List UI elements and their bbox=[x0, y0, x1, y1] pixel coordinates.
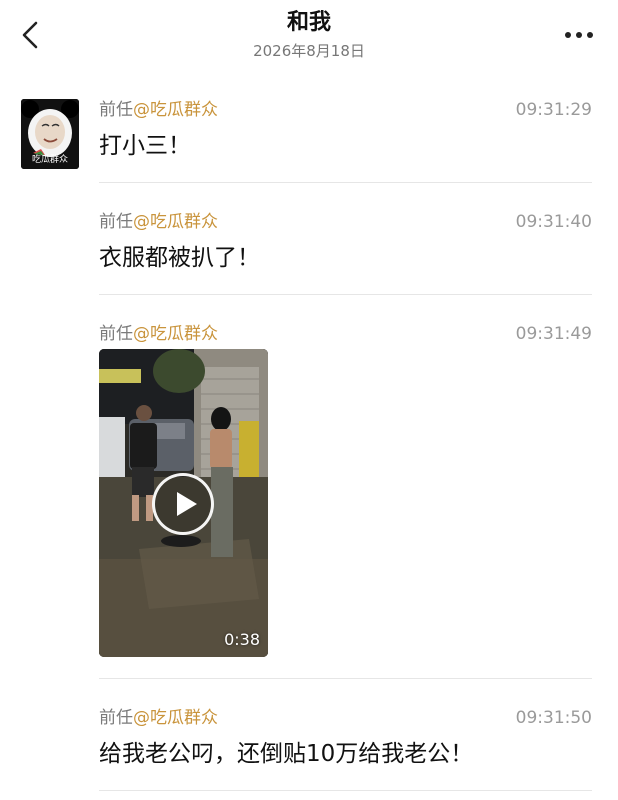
sender-prefix: 前任 bbox=[99, 100, 133, 120]
sender-prefix: 前任 bbox=[99, 324, 133, 344]
message-divider bbox=[99, 678, 592, 679]
message-time: 09:31:29 bbox=[515, 100, 592, 120]
message-divider bbox=[99, 182, 592, 183]
sender-prefix: 前任 bbox=[99, 212, 133, 232]
sender-name: 前任@吃瓜群众 bbox=[99, 99, 218, 121]
sender-prefix: 前任 bbox=[99, 708, 133, 728]
message-item: 吃瓜群众 前任@吃瓜群众 09:31:29 打小三！ bbox=[0, 99, 618, 183]
avatar-caption: 吃瓜群众 bbox=[31, 155, 68, 165]
message-text[interactable]: 打小三！ bbox=[99, 130, 191, 162]
sender-handle[interactable]: @吃瓜群众 bbox=[133, 708, 218, 728]
message-divider bbox=[99, 294, 592, 295]
page-date: 2026年8月18日 bbox=[253, 42, 365, 60]
message-item: 前任@吃瓜群众 09:31:49 0:38 bbox=[0, 323, 618, 679]
sender-handle[interactable]: @吃瓜群众 bbox=[133, 100, 218, 120]
chat-header: 和我 2026年8月18日 bbox=[0, 0, 618, 78]
sender-handle[interactable]: @吃瓜群众 bbox=[133, 324, 218, 344]
message-divider bbox=[99, 790, 592, 791]
message-time: 09:31:40 bbox=[515, 212, 592, 232]
more-button[interactable] bbox=[562, 27, 596, 43]
video-thumbnail[interactable]: 0:38 bbox=[99, 349, 268, 657]
title-block: 和我 2026年8月18日 bbox=[0, 8, 618, 62]
message-time: 09:31:50 bbox=[515, 708, 592, 728]
play-button[interactable] bbox=[152, 473, 214, 535]
sender-handle[interactable]: @吃瓜群众 bbox=[133, 212, 218, 232]
avatar[interactable]: 吃瓜群众 bbox=[21, 99, 79, 169]
sender-name: 前任@吃瓜群众 bbox=[99, 323, 218, 345]
message-time: 09:31:49 bbox=[515, 324, 592, 344]
message-text[interactable]: 衣服都被扒了！ bbox=[99, 242, 260, 274]
message-text[interactable]: 给我老公叼，还倒贴10万给我老公！ bbox=[99, 738, 473, 770]
sender-name: 前任@吃瓜群众 bbox=[99, 707, 218, 729]
play-icon bbox=[177, 492, 197, 516]
page-title: 和我 bbox=[286, 10, 331, 35]
message-item: 前任@吃瓜群众 09:31:50 给我老公叼，还倒贴10万给我老公！ bbox=[0, 707, 618, 791]
more-horizontal-icon bbox=[565, 32, 593, 38]
message-item: 前任@吃瓜群众 09:31:40 衣服都被扒了！ bbox=[0, 211, 618, 295]
video-duration: 0:38 bbox=[224, 630, 260, 649]
sender-name: 前任@吃瓜群众 bbox=[99, 211, 218, 233]
